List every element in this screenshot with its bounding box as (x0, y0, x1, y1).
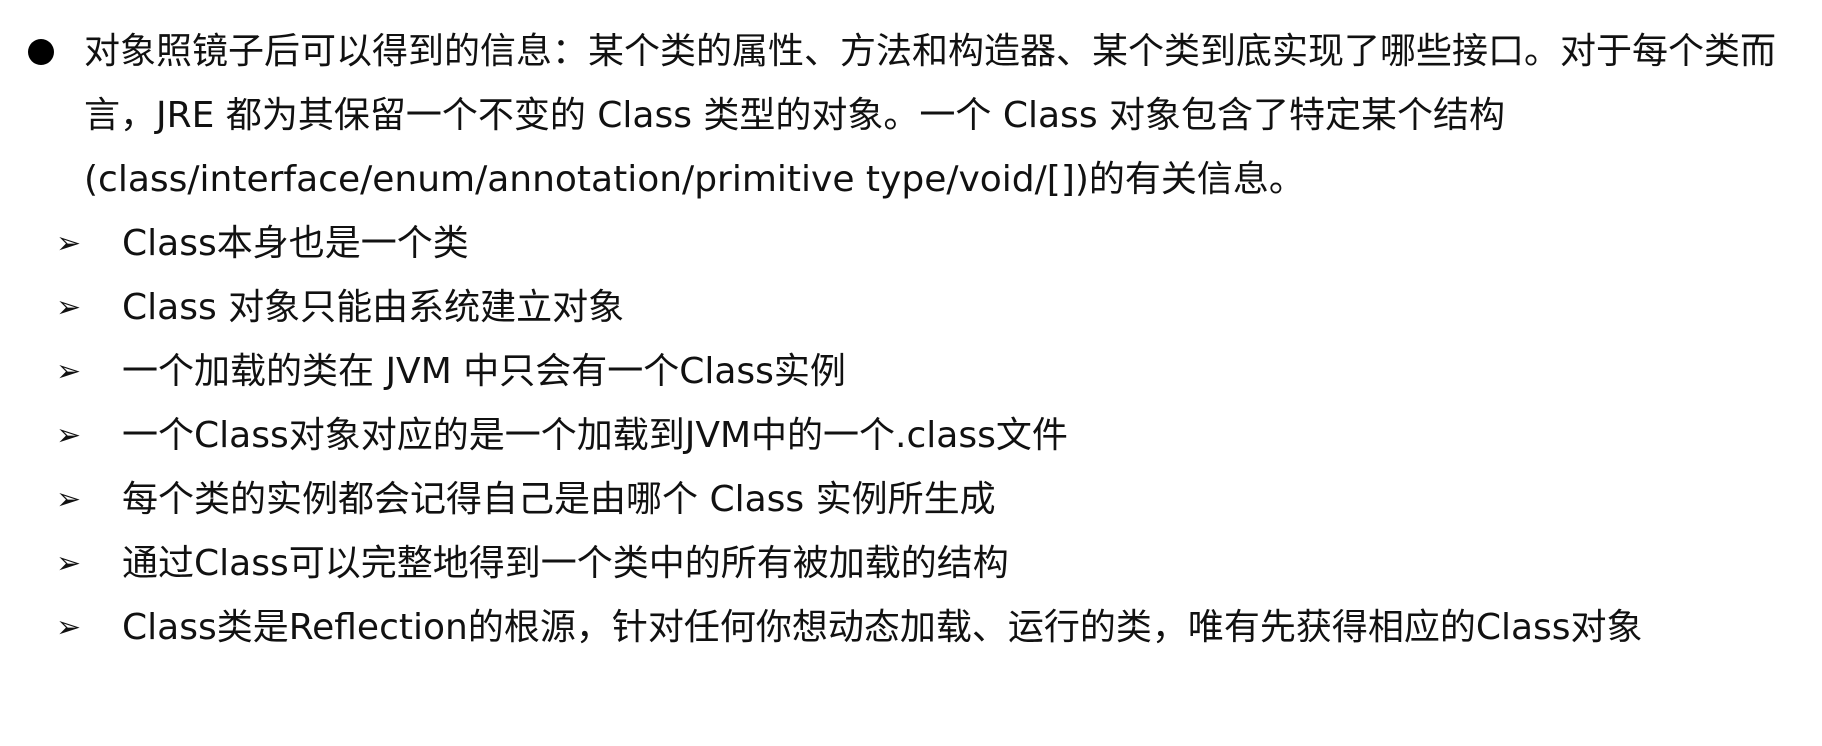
list-item-text: Class本身也是一个类 (122, 223, 469, 264)
arrow-bullet-icon: ➢ (56, 418, 82, 453)
document-page: 对象照镜子后可以得到的信息：某个类的属性、方法和构造器、某个类到底实现了哪些接口… (0, 0, 1822, 746)
arrow-bullet-icon: ➢ (56, 290, 82, 325)
list-item: ➢ 通过Class可以完整地得到一个类中的所有被加载的结构 (28, 532, 1782, 596)
list-item: ➢ 一个Class对象对应的是一个加载到JVM中的一个.class文件 (28, 404, 1782, 468)
list-item: ➢ Class类是Reflection的根源，针对任何你想动态加载、运行的类，唯… (28, 596, 1782, 660)
sub-bullet-list: ➢ Class本身也是一个类 ➢ Class 对象只能由系统建立对象 ➢ 一个加… (28, 212, 1782, 660)
arrow-bullet-icon: ➢ (56, 546, 82, 581)
list-item-text: 通过Class可以完整地得到一个类中的所有被加载的结构 (122, 543, 1009, 584)
arrow-bullet-icon: ➢ (56, 226, 82, 261)
arrow-bullet-icon: ➢ (56, 610, 82, 645)
arrow-bullet-icon: ➢ (56, 354, 82, 389)
list-item: ➢ Class本身也是一个类 (28, 212, 1782, 276)
main-paragraph-text: 对象照镜子后可以得到的信息：某个类的属性、方法和构造器、某个类到底实现了哪些接口… (84, 31, 1777, 200)
list-item: ➢ 一个加载的类在 JVM 中只会有一个Class实例 (28, 340, 1782, 404)
arrow-bullet-icon: ➢ (56, 482, 82, 517)
list-item: ➢ 每个类的实例都会记得自己是由哪个 Class 实例所生成 (28, 468, 1782, 532)
main-bullet-paragraph: 对象照镜子后可以得到的信息：某个类的属性、方法和构造器、某个类到底实现了哪些接口… (28, 20, 1782, 212)
list-item-text: 一个加载的类在 JVM 中只会有一个Class实例 (122, 351, 846, 392)
list-item-text: 每个类的实例都会记得自己是由哪个 Class 实例所生成 (122, 479, 996, 520)
list-item-text: Class类是Reflection的根源，针对任何你想动态加载、运行的类，唯有先… (122, 607, 1643, 648)
bullet-dot-icon (28, 39, 54, 65)
list-item-text: 一个Class对象对应的是一个加载到JVM中的一个.class文件 (122, 415, 1068, 456)
list-item-text: Class 对象只能由系统建立对象 (122, 287, 625, 328)
list-item: ➢ Class 对象只能由系统建立对象 (28, 276, 1782, 340)
